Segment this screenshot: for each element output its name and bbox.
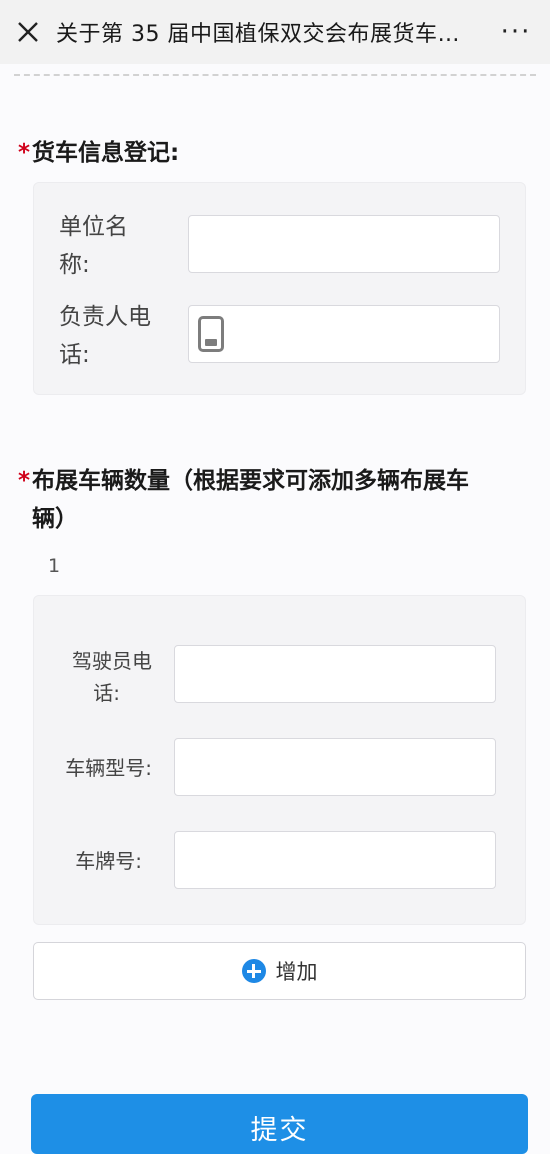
driver-phone-label: 驾驶员电 话:	[50, 645, 152, 709]
contact-phone-label-line1: 负责人电	[59, 304, 151, 330]
unit-name-label: 单位名 称:	[59, 208, 128, 284]
add-vehicle-label: 增加	[275, 960, 318, 984]
close-icon	[18, 22, 38, 42]
vehicle-model-label: 车辆型号:	[65, 756, 152, 780]
page-title: 关于第 35 届中国植保双交会布展货车…	[56, 22, 460, 47]
vehicle-row-index: 1	[48, 555, 61, 577]
submit-button[interactable]: 提交	[31, 1094, 528, 1154]
more-options-button[interactable]: ···	[496, 14, 536, 50]
section-title-text-line2: 辆）	[32, 506, 78, 532]
plus-circle-icon	[241, 959, 266, 983]
required-mark: *	[18, 468, 31, 494]
unit-name-label-line1: 单位名	[59, 214, 128, 240]
section-title-text: 布展车辆数量（根据要求可添加多辆布展车	[32, 468, 470, 494]
driver-phone-input[interactable]	[174, 645, 496, 703]
section-title-text: 货车信息登记:	[32, 140, 180, 166]
section-title-vehicle-count: *布展车辆数量（根据要求可添加多辆布展车 辆）	[18, 462, 528, 538]
section-title-truck-info: *货车信息登记:	[18, 134, 179, 172]
license-plate-label: 车牌号:	[75, 849, 142, 873]
divider	[14, 74, 536, 76]
close-button[interactable]	[0, 0, 56, 64]
contact-phone-input[interactable]	[188, 305, 500, 363]
add-vehicle-button[interactable]: 增加	[33, 942, 526, 1000]
top-bar: 关于第 35 届中国植保双交会布展货车… ···	[0, 0, 550, 64]
driver-phone-label-line2: 话:	[93, 681, 120, 705]
phone-icon	[198, 316, 224, 352]
required-mark: *	[18, 140, 31, 166]
contact-phone-label-line2: 话:	[59, 342, 90, 368]
driver-phone-label-line1: 驾驶员电	[72, 649, 152, 673]
contact-phone-label: 负责人电 话:	[59, 298, 151, 374]
unit-name-label-line2: 称:	[59, 252, 90, 278]
vehicle-model-input[interactable]	[174, 738, 496, 796]
license-plate-input[interactable]	[174, 831, 496, 889]
unit-name-input[interactable]	[188, 215, 500, 273]
